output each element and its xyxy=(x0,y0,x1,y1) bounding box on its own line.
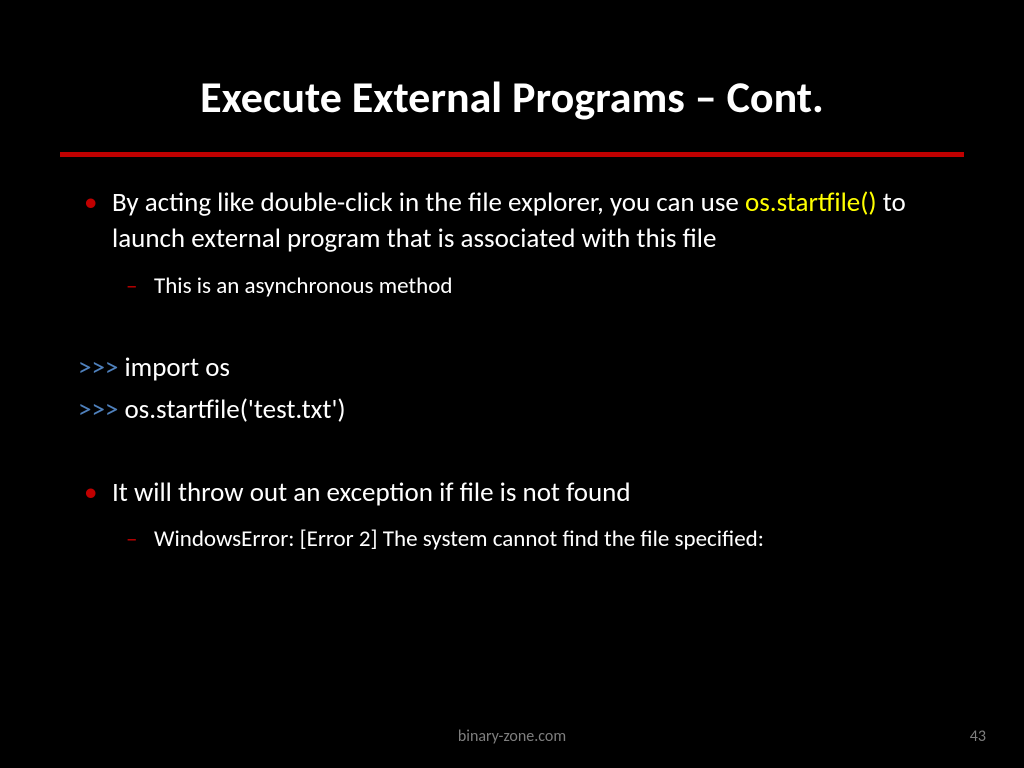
page-number: 43 xyxy=(970,727,986,746)
sub-bullet-item: WindowsError: [Error 2] The system canno… xyxy=(64,523,960,556)
code-text: os.startfile('test.txt') xyxy=(118,393,345,426)
slide: Execute External Programs – Cont. By act… xyxy=(0,0,1024,768)
slide-content: By acting like double-click in the file … xyxy=(60,185,964,557)
bullet-item: It will throw out an exception if file i… xyxy=(64,475,960,511)
code-line: >>> import os xyxy=(78,347,960,389)
code-block: >>> import os >>> os.startfile('test.txt… xyxy=(78,347,960,431)
repl-prompt: >>> xyxy=(78,351,118,384)
sub-bullet-item: This is an asynchronous method xyxy=(64,270,960,303)
bullet-item: By acting like double-click in the file … xyxy=(64,185,960,258)
bullet-text-pre: By acting like double-click in the file … xyxy=(112,186,745,219)
slide-title: Execute External Programs – Cont. xyxy=(60,70,964,124)
sub-bullet-text: WindowsError: [Error 2] The system canno… xyxy=(154,525,764,553)
footer-site: binary-zone.com xyxy=(0,727,1024,746)
repl-prompt: >>> xyxy=(78,393,118,426)
bullet-text: It will throw out an exception if file i… xyxy=(112,476,631,509)
sub-bullet-text: This is an asynchronous method xyxy=(154,272,452,300)
code-line: >>> os.startfile('test.txt') xyxy=(78,389,960,431)
divider xyxy=(60,152,964,157)
code-text: import os xyxy=(118,351,230,384)
code-highlight: os.startfile() xyxy=(745,186,877,219)
